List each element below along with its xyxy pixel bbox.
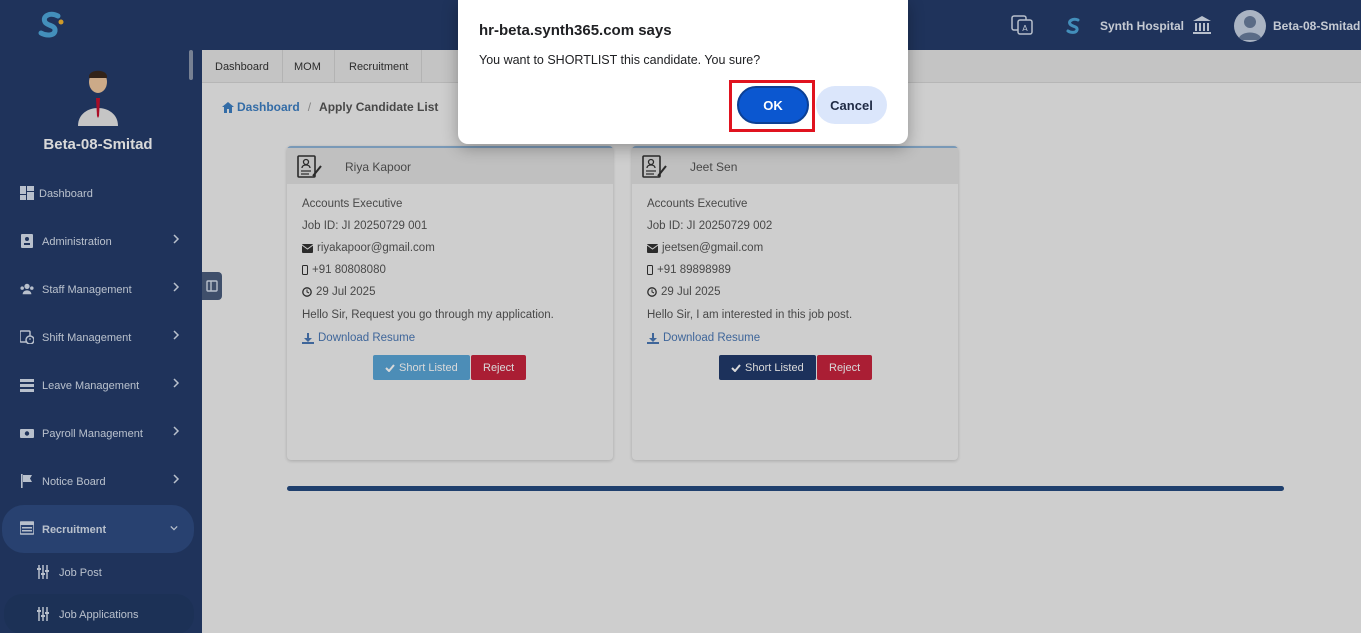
dialog-message: You want to SHORTLIST this candidate. Yo… xyxy=(479,53,761,67)
ok-button[interactable]: OK xyxy=(737,86,809,124)
dialog-title: hr-beta.synth365.com says xyxy=(479,22,672,39)
confirm-dialog: hr-beta.synth365.com says You want to SH… xyxy=(458,0,908,144)
cancel-button[interactable]: Cancel xyxy=(816,86,887,124)
